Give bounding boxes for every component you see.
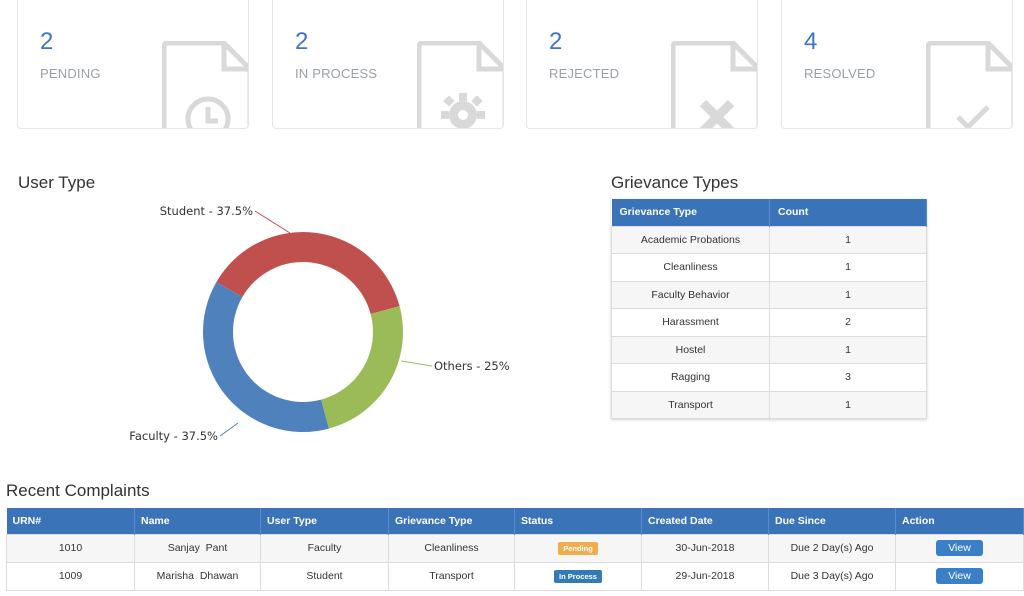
column-header[interactable]: Grievance Type — [388, 508, 515, 534]
count-cell: 3 — [769, 363, 927, 392]
column-header[interactable]: Due Since — [768, 508, 896, 534]
grievance-type-cell: Transport — [388, 561, 515, 591]
column-header[interactable]: User Type — [260, 508, 389, 534]
stat-card-resolved[interactable]: 4 RESOLVED — [781, 0, 1013, 129]
name-cell: Sanjay Pant — [134, 533, 261, 563]
stat-value: 4 — [804, 28, 818, 55]
stat-card-rejected[interactable]: 2 REJECTED — [526, 0, 758, 129]
urn-cell: 1009 — [6, 561, 135, 591]
stat-label: RESOLVED — [804, 66, 876, 81]
grievance-type-cell: Cleanliness — [611, 253, 770, 282]
recent-complaints-title: Recent Complaints — [6, 481, 150, 500]
count-cell: 1 — [769, 390, 927, 419]
column-header[interactable]: URN# — [6, 508, 135, 534]
user-type-title: User Type — [18, 173, 96, 192]
pie-slice-label: Faculty - 37.5% — [129, 429, 218, 443]
action-cell: View — [895, 561, 1024, 591]
action-cell: View — [895, 533, 1024, 563]
grievance-type-cell: Transport — [611, 390, 770, 419]
due-since-cell: Due 3 Day(s) Ago — [768, 561, 896, 591]
stat-label: PENDING — [40, 66, 101, 81]
status-badge: Pending — [558, 541, 598, 555]
stat-label: REJECTED — [549, 66, 620, 81]
grievance-type-cell: Academic Probations — [611, 225, 770, 254]
stat-card-in-process[interactable]: 2 IN PROCESS — [272, 0, 504, 129]
view-button[interactable]: View — [936, 540, 983, 556]
clock-file-icon — [162, 41, 248, 128]
x-file-icon — [671, 41, 757, 128]
column-header[interactable]: Status — [514, 508, 642, 534]
urn-cell: 1010 — [6, 533, 135, 563]
grievance-types-title: Grievance Types — [611, 173, 739, 192]
count-cell: 2 — [769, 308, 927, 337]
pie-label-leader — [219, 422, 239, 437]
user-type-donut-chart: Student - 37.5% Others - 25% Faculty - 37.… — [129, 204, 510, 443]
pie-slice-label: Student - 37.5% — [160, 204, 253, 218]
check-file-icon — [926, 41, 1012, 128]
view-button[interactable]: View — [936, 568, 983, 584]
pie-slice[interactable] — [216, 231, 400, 314]
stat-card-pending[interactable]: 2 PENDING — [17, 0, 249, 129]
column-header[interactable]: Action — [895, 508, 1024, 534]
table-row: Ragging 3 — [611, 363, 927, 392]
due-since-cell: Due 2 Day(s) Ago — [768, 533, 896, 563]
grievance-type-cell: Harassment — [611, 308, 770, 337]
grievance-types-table: Grievance Type Count Academic Probations… — [611, 199, 927, 419]
table-row: Academic Probations 1 — [611, 225, 927, 254]
status-cell: In Process — [514, 561, 642, 591]
grievance-type-cell: Ragging — [611, 363, 770, 392]
table-row: Transport 1 — [611, 390, 927, 419]
stat-value: 2 — [549, 28, 563, 55]
user-type-cell: Faculty — [260, 533, 389, 563]
status-cell: Pending — [514, 533, 642, 563]
table-row: Harassment 2 — [611, 308, 927, 337]
count-cell: 1 — [769, 225, 927, 254]
table-row: Cleanliness 1 — [611, 253, 927, 282]
user-type-cell: Student — [260, 561, 389, 591]
stat-value: 2 — [40, 28, 54, 55]
status-badge: In Process — [554, 569, 602, 583]
created-date-cell: 29-Jun-2018 — [641, 561, 769, 591]
count-cell: 1 — [769, 335, 927, 364]
created-date-cell: 30-Jun-2018 — [641, 533, 769, 563]
column-header[interactable]: Count — [769, 199, 927, 226]
name-cell: Marisha Dhawan — [134, 561, 261, 591]
table-row: 1009 Marisha Dhawan Student Transport In… — [6, 561, 1024, 591]
column-header[interactable]: Grievance Type — [611, 199, 770, 226]
pie-label-leader — [400, 360, 433, 367]
pie-label-leader — [254, 210, 291, 234]
grievance-type-cell: Hostel — [611, 335, 770, 364]
pie-slice-label: Others - 25% — [434, 359, 510, 373]
table-row: Hostel 1 — [611, 335, 927, 364]
stat-value: 2 — [295, 28, 309, 55]
table-row: Faculty Behavior 1 — [611, 280, 927, 309]
column-header[interactable]: Name — [134, 508, 261, 534]
count-cell: 1 — [769, 253, 927, 282]
pie-slice[interactable] — [203, 282, 329, 432]
grievance-type-cell: Cleanliness — [388, 533, 515, 563]
count-cell: 1 — [769, 280, 927, 309]
gear-file-icon — [417, 41, 503, 128]
pie-slice[interactable] — [321, 306, 403, 429]
recent-complaints-table: URN# Name User Type Grievance Type Statu… — [6, 508, 1024, 591]
table-row: 1010 Sanjay Pant Faculty Cleanliness Pen… — [6, 533, 1024, 563]
column-header[interactable]: Created Date — [641, 508, 769, 534]
grievance-type-cell: Faculty Behavior — [611, 280, 770, 309]
stat-label: IN PROCESS — [295, 66, 378, 81]
